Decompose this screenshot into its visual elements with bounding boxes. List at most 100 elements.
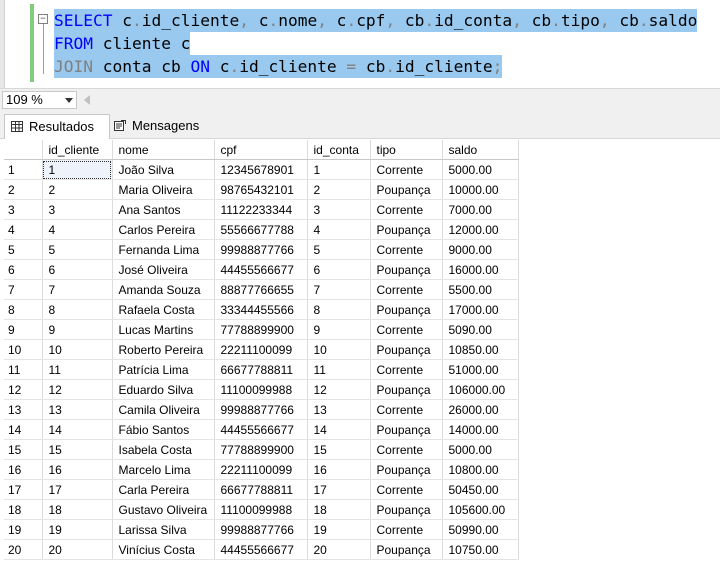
grid-cell[interactable]: 19 — [307, 519, 371, 540]
row-number[interactable]: 15 — [4, 439, 43, 460]
grid-cell[interactable]: Camila Oliveira — [112, 399, 215, 420]
grid-cell[interactable]: 55566677788 — [214, 219, 308, 240]
table-row[interactable]: 8 8 Rafaela Costa 33344455566 8 Poupança 17000… — [4, 299, 519, 320]
grid-cell[interactable]: 8 — [42, 299, 113, 320]
collapse-icon[interactable]: − — [38, 14, 48, 24]
grid-cell[interactable]: 4 — [42, 219, 113, 240]
grid-cell[interactable]: 6 — [307, 259, 371, 280]
row-number[interactable]: 10 — [4, 339, 43, 360]
row-number[interactable]: 20 — [4, 539, 43, 560]
sql-editor[interactable]: − SELECT c.id_cliente, c.nome, c.cpf, cb… — [0, 0, 720, 88]
grid-cell[interactable]: 13 — [42, 399, 113, 420]
row-number[interactable]: 14 — [4, 419, 43, 440]
grid-cell[interactable]: 2 — [42, 179, 113, 200]
table-row[interactable]: 3 3 Ana Santos 11122233344 3 Corrente 7000.00 — [4, 199, 519, 220]
grid-cell[interactable]: 12345678901 — [214, 159, 308, 180]
grid-cell[interactable]: 77788899900 — [214, 319, 308, 340]
grid-cell[interactable]: 1 — [307, 159, 371, 180]
grid-cell[interactable]: 14 — [42, 419, 113, 440]
grid-cell[interactable]: 98765432101 — [214, 179, 308, 200]
grid-cell[interactable]: 10 — [307, 339, 371, 360]
grid-cell[interactable]: 33344455566 — [214, 299, 308, 320]
grid-cell[interactable]: 19 — [42, 519, 113, 540]
grid-cell[interactable]: Roberto Pereira — [112, 339, 215, 360]
grid-cell[interactable]: Poupança — [370, 219, 443, 240]
code-line-2[interactable]: FROM cliente c — [54, 32, 191, 55]
grid-cell[interactable]: Patrícia Lima — [112, 359, 215, 380]
grid-cell[interactable]: 10000.00 — [442, 179, 519, 200]
grid-cell[interactable]: 4 — [307, 219, 371, 240]
grid-cell[interactable]: 11122233344 — [214, 199, 308, 220]
grid-cell[interactable]: 44455566677 — [214, 539, 308, 560]
row-number[interactable]: 11 — [4, 359, 43, 380]
grid-cell[interactable]: Larissa Silva — [112, 519, 215, 540]
grid-cell[interactable]: Lucas Martins — [112, 319, 215, 340]
grid-cell[interactable]: Corrente — [370, 359, 443, 380]
grid-cell[interactable]: Corrente — [370, 439, 443, 460]
grid-cell[interactable]: 22211100099 — [214, 339, 308, 360]
grid-cell[interactable]: 77788899900 — [214, 439, 308, 460]
table-row[interactable]: 9 9 Lucas Martins 77788899900 9 Corrente 5090.… — [4, 319, 519, 340]
grid-cell[interactable]: Poupança — [370, 379, 443, 400]
row-number[interactable]: 8 — [4, 299, 43, 320]
grid-cell[interactable]: 20 — [42, 539, 113, 560]
grid-cell[interactable]: 44455566677 — [214, 259, 308, 280]
grid-cell[interactable]: 10800.00 — [442, 459, 519, 480]
grid-cell[interactable]: Poupança — [370, 299, 443, 320]
grid-cell[interactable]: 9 — [307, 319, 371, 340]
grid-cell[interactable]: 1 — [42, 159, 113, 180]
grid-cell[interactable]: Poupança — [370, 419, 443, 440]
grid-cell[interactable]: 105600.00 — [442, 499, 519, 520]
table-row[interactable]: 7 7 Amanda Souza 88877766655 7 Corrente 5500.0… — [4, 279, 519, 300]
grid-cell[interactable]: 2 — [307, 179, 371, 200]
grid-cell[interactable]: Isabela Costa — [112, 439, 215, 460]
code-line-1[interactable]: SELECT c.id_cliente, c.nome, c.cpf, cb.i… — [54, 9, 698, 32]
grid-cell[interactable]: 12000.00 — [442, 219, 519, 240]
row-number[interactable]: 1 — [4, 159, 43, 180]
grid-cell[interactable]: 17 — [307, 479, 371, 500]
grid-cell[interactable]: 12 — [42, 379, 113, 400]
grid-cell[interactable]: 12 — [307, 379, 371, 400]
grid-cell[interactable]: 5 — [307, 239, 371, 260]
grid-cell[interactable]: Ana Santos — [112, 199, 215, 220]
grid-cell[interactable]: 9000.00 — [442, 239, 519, 260]
column-header[interactable]: id_cliente — [42, 140, 113, 160]
grid-cell[interactable]: 11100099988 — [214, 499, 308, 520]
grid-cell[interactable]: Poupança — [370, 259, 443, 280]
grid-cell[interactable]: 5000.00 — [442, 159, 519, 180]
grid-cell[interactable]: Corrente — [370, 479, 443, 500]
grid-cell[interactable]: 16 — [42, 459, 113, 480]
grid-cell[interactable]: 11 — [307, 359, 371, 380]
row-number[interactable]: 5 — [4, 239, 43, 260]
table-row[interactable]: 1 1 João Silva 12345678901 1 Corrente 5000.00 — [4, 159, 519, 180]
row-number[interactable]: 16 — [4, 459, 43, 480]
grid-cell[interactable]: Fábio Santos — [112, 419, 215, 440]
grid-cell[interactable]: 5090.00 — [442, 319, 519, 340]
table-row[interactable]: 11 11 Patrícia Lima 66677788811 11 Corrente 51… — [4, 359, 519, 380]
table-row[interactable]: 12 12 Eduardo Silva 11100099988 12 Poupança 10… — [4, 379, 519, 400]
grid-cell[interactable]: 16000.00 — [442, 259, 519, 280]
tab-results[interactable]: Resultados — [4, 114, 110, 139]
table-row[interactable]: 5 5 Fernanda Lima 99988877766 5 Corrente 9000.… — [4, 239, 519, 260]
grid-cell[interactable]: Marcelo Lima — [112, 459, 215, 480]
grid-cell[interactable]: 88877766655 — [214, 279, 308, 300]
grid-cell[interactable]: 18 — [42, 499, 113, 520]
grid-cell[interactable]: Poupança — [370, 459, 443, 480]
scroll-left-icon[interactable] — [84, 95, 90, 105]
table-row[interactable]: 4 4 Carlos Pereira 55566677788 4 Poupança 1200… — [4, 219, 519, 240]
grid-cell[interactable]: 20 — [307, 539, 371, 560]
grid-cell[interactable]: Corrente — [370, 239, 443, 260]
grid-cell[interactable]: 5 — [42, 239, 113, 260]
table-row[interactable]: 16 16 Marcelo Lima 22211100099 16 Poupança 108… — [4, 459, 519, 480]
grid-cell[interactable]: 50990.00 — [442, 519, 519, 540]
grid-cell[interactable]: 14 — [307, 419, 371, 440]
grid-cell[interactable]: José Oliveira — [112, 259, 215, 280]
grid-cell[interactable]: 7 — [307, 279, 371, 300]
grid-cell[interactable]: Corrente — [370, 279, 443, 300]
grid-cell[interactable]: Vinícius Costa — [112, 539, 215, 560]
grid-cell[interactable]: 99988877766 — [214, 519, 308, 540]
grid-cell[interactable]: 6 — [42, 259, 113, 280]
grid-cell[interactable]: Carlos Pereira — [112, 219, 215, 240]
grid-cell[interactable]: Corrente — [370, 159, 443, 180]
column-header[interactable]: id_conta — [307, 140, 371, 160]
